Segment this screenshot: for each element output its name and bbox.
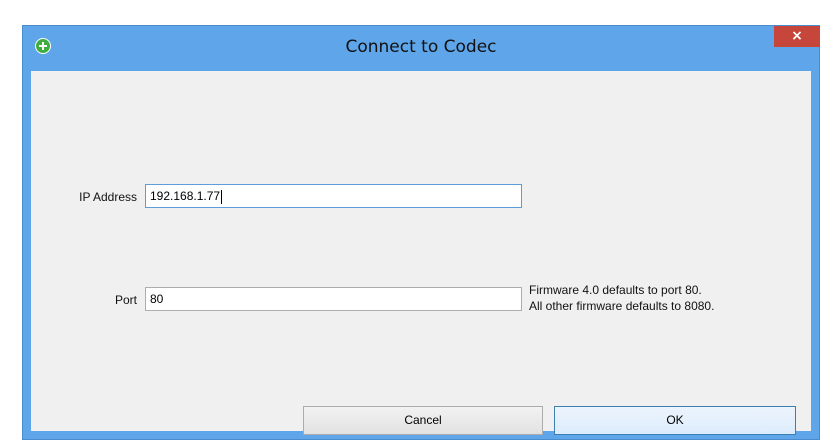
dialog-content: IP Address 192.168.1.77 Port 80 Firmware… [31, 71, 811, 435]
port-hint-line-2: All other firmware defaults to 8080. [529, 299, 715, 313]
ip-address-label: IP Address [79, 190, 137, 204]
port-input[interactable]: 80 [145, 287, 522, 311]
ip-address-value: 192.168.1.77 [150, 189, 221, 203]
text-caret [221, 189, 223, 204]
dialog-window: Connect to Codec × IP Address 192.168.1.… [22, 25, 820, 440]
dialog-title: Connect to Codec [345, 37, 497, 57]
cancel-button[interactable]: Cancel [303, 406, 543, 435]
ok-button[interactable]: OK [554, 406, 796, 435]
port-label: Port [114, 293, 137, 307]
ip-address-input[interactable]: 192.168.1.77 [145, 184, 522, 208]
port-hint-line-1: Firmware 4.0 defaults to port 80. [529, 283, 702, 297]
port-value: 80 [150, 292, 164, 306]
port-hint: Firmware 4.0 defaults to port 80. All ot… [529, 282, 714, 314]
close-button[interactable]: × [774, 26, 820, 47]
title-bar[interactable]: Connect to Codec × [23, 26, 820, 71]
